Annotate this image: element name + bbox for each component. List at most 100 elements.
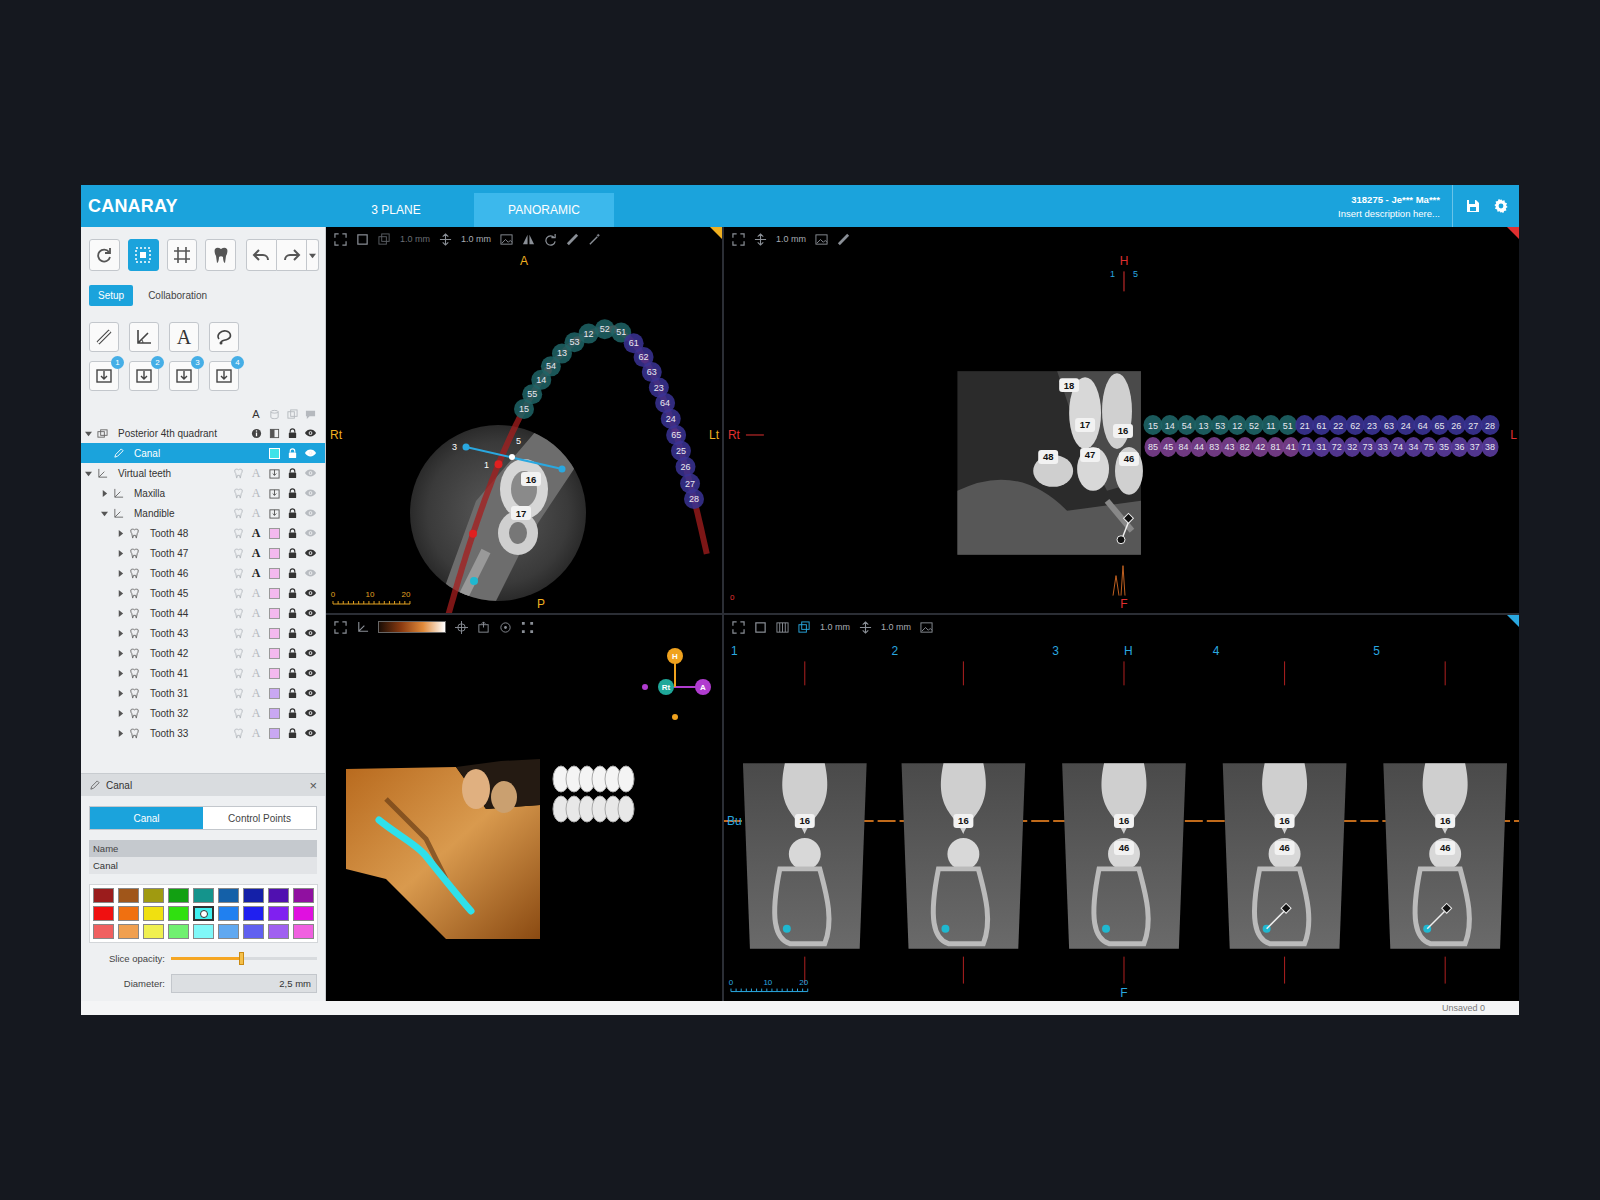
virtual-tooth[interactable]: 82 <box>1236 437 1253 457</box>
expand-toggle[interactable] <box>117 550 129 557</box>
virtual-teeth-strip[interactable]: 1514541353125211512161226223632464652627… <box>1143 415 1499 457</box>
reset-button[interactable] <box>89 239 120 271</box>
gear-icon[interactable] <box>1493 198 1509 214</box>
virtual-tooth[interactable]: 51 <box>1278 415 1297 435</box>
virtual-tooth[interactable]: 42 <box>1252 437 1269 457</box>
tooth-outline-icon[interactable] <box>233 648 244 659</box>
expand-toggle[interactable] <box>117 630 129 637</box>
label-toggle[interactable]: A <box>252 706 261 721</box>
canal-path[interactable] <box>379 820 471 911</box>
label-toggle[interactable]: A <box>252 726 261 741</box>
color-option[interactable] <box>168 924 189 939</box>
crop-button[interactable] <box>167 239 198 271</box>
axis-handle[interactable]: Rt <box>658 679 674 695</box>
virtual-tooth[interactable]: 62 <box>1346 415 1365 435</box>
tree-row[interactable]: Posterior 4th quadrant <box>81 423 325 443</box>
color-option[interactable] <box>268 924 289 939</box>
color-option[interactable] <box>168 906 189 921</box>
tree-row[interactable]: Tooth 43A <box>81 623 325 643</box>
virtual-tooth[interactable]: 14 <box>1160 415 1179 435</box>
target-icon[interactable] <box>499 621 512 634</box>
cross-section-line[interactable] <box>463 444 566 473</box>
select-button[interactable] <box>128 239 159 271</box>
tree-row[interactable]: Tooth 41A <box>81 663 325 683</box>
tree-row[interactable]: MandibleA <box>81 503 325 523</box>
slice-spacing[interactable]: 1.0 mm <box>820 622 850 632</box>
expand-toggle[interactable] <box>117 690 129 697</box>
lock-icon[interactable] <box>287 468 298 479</box>
panoramic-curve[interactable] <box>448 329 707 613</box>
label-toggle[interactable]: A <box>252 526 261 541</box>
label-toggle[interactable]: A <box>252 466 261 481</box>
label-toggle[interactable]: A <box>252 486 261 501</box>
tooth-outline-icon[interactable] <box>233 488 244 499</box>
tooth-outline-icon[interactable] <box>233 628 244 639</box>
label-toggle[interactable]: A <box>252 566 261 581</box>
image-icon[interactable] <box>920 621 933 634</box>
clip-box-icon[interactable] <box>477 621 490 634</box>
color-option[interactable] <box>143 924 164 939</box>
lock-icon[interactable] <box>287 588 298 599</box>
square-icon[interactable] <box>356 233 369 246</box>
cylinder-icon[interactable] <box>269 409 280 420</box>
expand-toggle[interactable] <box>117 730 129 737</box>
expand-icon[interactable] <box>334 621 347 634</box>
tooth-outline-icon[interactable] <box>233 508 244 519</box>
color-option[interactable] <box>93 924 114 939</box>
axis-handle[interactable]: H <box>667 648 683 664</box>
slider-knob[interactable] <box>239 952 244 965</box>
color-option[interactable] <box>293 924 314 939</box>
mode-tab[interactable]: 3 PLANE <box>326 193 466 227</box>
tooth-outline-icon[interactable] <box>233 668 244 679</box>
expand-toggle[interactable] <box>117 670 129 677</box>
eye-icon[interactable] <box>304 708 317 718</box>
color-swatch[interactable] <box>269 528 280 539</box>
color-option[interactable] <box>218 888 239 903</box>
expand-toggle[interactable] <box>85 470 97 477</box>
arch-tooth[interactable]: 28 <box>684 489 704 509</box>
tooth-outline-icon[interactable] <box>233 548 244 559</box>
eye-icon[interactable] <box>304 548 317 558</box>
image-icon[interactable] <box>815 233 828 246</box>
tooth-outline-icon[interactable] <box>233 608 244 619</box>
patient-info[interactable]: 318275 - Je*** Ma***Insert description h… <box>1338 185 1452 227</box>
virtual-tooth[interactable]: 35 <box>1436 437 1453 457</box>
panoramic-canvas[interactable]: H15RtLF018171648474615145413531252115121… <box>724 251 1519 613</box>
virtual-tooth[interactable]: 38 <box>1482 437 1499 457</box>
eye-icon[interactable] <box>304 628 317 638</box>
color-swatch[interactable] <box>269 728 280 739</box>
color-option[interactable] <box>193 924 214 939</box>
virtual-tooth[interactable]: 83 <box>1206 437 1223 457</box>
color-option[interactable] <box>268 888 289 903</box>
tooth-outline-icon[interactable] <box>233 688 244 699</box>
virtual-tooth[interactable]: 27 <box>1464 415 1483 435</box>
color-option[interactable] <box>93 906 114 921</box>
rotate-icon[interactable] <box>544 233 557 246</box>
color-swatch[interactable] <box>269 568 280 579</box>
virtual-teeth-model[interactable] <box>553 766 634 822</box>
expand-toggle[interactable] <box>117 530 129 537</box>
tooth-outline-icon[interactable] <box>233 588 244 599</box>
volume-render[interactable]: HRtA <box>326 639 722 1001</box>
virtual-tooth[interactable]: 52 <box>1245 415 1264 435</box>
canal-control-point[interactable] <box>1267 903 1291 928</box>
panel-tab[interactable]: Control Points <box>203 807 316 829</box>
cross-section-slice[interactable]: 1646 <box>1062 661 1186 983</box>
eye-icon[interactable] <box>304 728 317 738</box>
label-column[interactable]: A <box>247 405 265 423</box>
virtual-tooth[interactable]: 21 <box>1295 415 1314 435</box>
expand-toggle[interactable] <box>117 650 129 657</box>
tree-row[interactable]: Tooth 45A <box>81 583 325 603</box>
virtual-tooth[interactable]: 11 <box>1261 415 1280 435</box>
import-slot-button[interactable]: 1 <box>89 361 119 391</box>
slice-thickness[interactable]: 1.0 mm <box>881 622 911 632</box>
virtual-tooth[interactable]: 36 <box>1451 437 1468 457</box>
orientation-widget[interactable]: HRtA <box>642 648 711 720</box>
panel-tab[interactable]: Canal <box>90 807 203 829</box>
eye-icon[interactable] <box>304 588 317 598</box>
sidebar-tab[interactable]: Setup <box>89 285 133 306</box>
expand-toggle[interactable] <box>117 610 129 617</box>
curve-control-point[interactable] <box>495 460 503 468</box>
logo[interactable]: CANARAY <box>81 185 326 227</box>
label-toggle[interactable]: A <box>252 606 261 621</box>
